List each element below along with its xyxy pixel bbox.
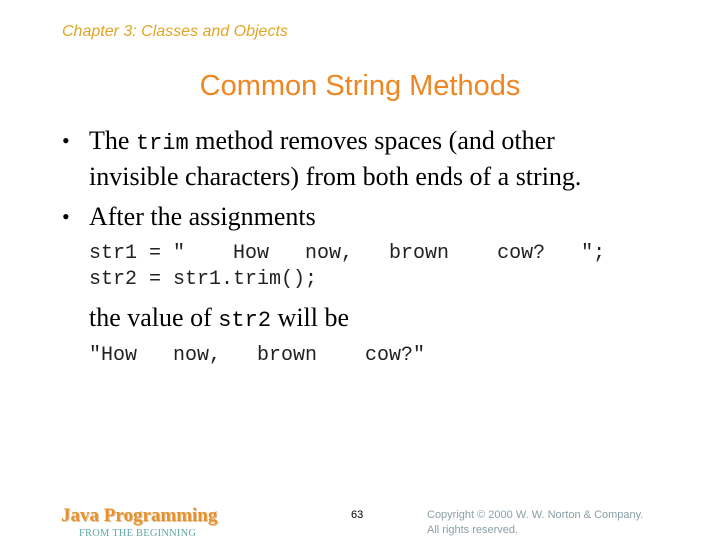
inline-code-str2: str2	[218, 308, 272, 333]
copyright-line-2: All rights reserved.	[427, 524, 519, 536]
copyright-notice: Copyright © 2000 W. W. Norton & Company.…	[427, 508, 643, 538]
bullet-text: method removes spaces (and other	[188, 126, 555, 155]
value-text: will be	[271, 303, 350, 332]
copyright-line-1: Copyright © 2000 W. W. Norton & Company.	[427, 509, 644, 521]
book-subtitle: FROM THE BEGINNING	[79, 528, 197, 539]
bullet-text: The	[89, 126, 136, 155]
value-text: the value of	[89, 303, 219, 332]
bullet-icon: •	[62, 204, 70, 229]
code-line-2: str2 = str1.trim();	[89, 268, 318, 291]
slide-title: Common String Methods	[199, 70, 521, 102]
bullet-line-2: invisible characters) from both ends of …	[89, 162, 582, 191]
code-line-1: str1 = " How now, brown cow? ";	[89, 242, 606, 265]
value-sentence: the value of str2 will be	[89, 300, 349, 339]
chapter-label: Chapter 3: Classes and Objects	[62, 23, 288, 40]
page-number: 63	[351, 509, 364, 521]
bullet-text: After the assignments	[89, 202, 316, 231]
bullet-icon: •	[62, 128, 70, 153]
book-brand: Java Programming	[61, 505, 218, 526]
result-string: "How now, brown cow?"	[89, 344, 426, 367]
bullet-line-1: The trim method removes spaces (and othe…	[89, 123, 555, 162]
inline-code-trim: trim	[135, 131, 189, 156]
